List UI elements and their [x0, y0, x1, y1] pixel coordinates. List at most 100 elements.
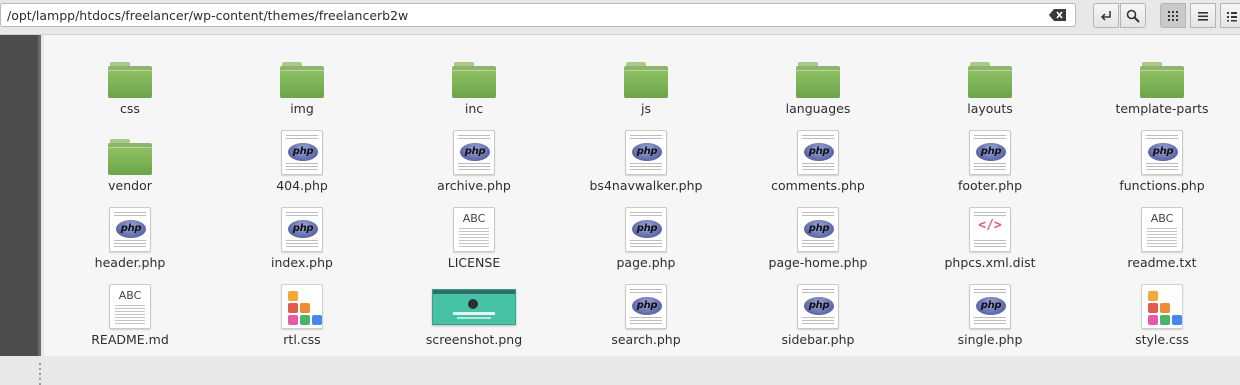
php-badge: php — [976, 143, 1006, 161]
file-item-layouts[interactable]: layouts — [910, 49, 1070, 119]
php-file-icon: php — [968, 129, 1012, 175]
file-name-label: sidebar.php — [781, 332, 855, 347]
file-name-label: phpcs.xml.dist — [944, 255, 1036, 270]
php-badge: php — [804, 297, 834, 315]
file-item-single-php[interactable]: php single.php — [910, 280, 1070, 350]
list-view-button[interactable] — [1190, 3, 1216, 28]
file-name-label: layouts — [967, 101, 1013, 116]
file-name-label: archive.php — [437, 178, 511, 193]
php-file-icon: php — [796, 283, 840, 329]
folder-icon — [108, 129, 152, 175]
folder-icon — [968, 52, 1012, 98]
file-item-readme-md[interactable]: ABC README.md — [50, 280, 210, 350]
file-name-label: bs4navwalker.php — [589, 178, 703, 193]
file-item-footer-php[interactable]: php footer.php — [910, 126, 1070, 196]
php-file-icon: php — [796, 129, 840, 175]
folder-icon — [452, 52, 496, 98]
file-item-page-php[interactable]: php page.php — [566, 203, 726, 273]
file-item-inc[interactable]: inc — [394, 49, 554, 119]
file-item-functions-php[interactable]: php functions.php — [1082, 126, 1240, 196]
image-file-icon — [432, 283, 516, 329]
folder-icon — [796, 52, 840, 98]
file-name-label: comments.php — [771, 178, 865, 193]
xml-badge: </> — [978, 218, 1002, 233]
icon-view-button[interactable] — [1160, 3, 1186, 28]
file-name-label: css — [120, 101, 140, 116]
file-name-label: search.php — [611, 332, 681, 347]
pane-resize-handle[interactable] — [38, 35, 41, 356]
folder-icon — [280, 52, 324, 98]
php-badge: php — [116, 220, 146, 238]
file-item-languages[interactable]: languages — [738, 49, 898, 119]
text-badge: ABC — [462, 212, 486, 225]
text-badge: ABC — [1150, 212, 1174, 225]
file-item-js[interactable]: js — [566, 49, 726, 119]
file-item-screenshot-png[interactable]: screenshot.png — [394, 280, 554, 350]
file-name-label: page.php — [616, 255, 676, 270]
go-to-path-button[interactable] — [1093, 3, 1119, 28]
file-item-style-css[interactable]: style.css — [1082, 280, 1240, 350]
location-input[interactable] — [7, 6, 1037, 24]
file-item-readme-txt[interactable]: ABC readme.txt — [1082, 203, 1240, 273]
file-name-label: readme.txt — [1127, 255, 1197, 270]
file-item-phpcs-xml-dist[interactable]: </> phpcs.xml.dist — [910, 203, 1070, 273]
file-name-label: rtl.css — [283, 332, 321, 347]
php-file-icon: php — [624, 283, 668, 329]
grid-icon — [1168, 10, 1178, 21]
file-name-label: footer.php — [957, 178, 1023, 193]
enter-arrow-icon — [1100, 10, 1111, 21]
file-item-comments-php[interactable]: php comments.php — [738, 126, 898, 196]
file-item-template-parts[interactable]: template-parts — [1082, 49, 1240, 119]
toolbar — [0, 0, 1240, 35]
php-badge: php — [1148, 143, 1178, 161]
php-badge: php — [632, 143, 662, 161]
file-item-vendor[interactable]: vendor — [50, 126, 210, 196]
php-badge: php — [460, 143, 490, 161]
text-badge: ABC — [118, 289, 142, 302]
file-item-404-php[interactable]: php 404.php — [222, 126, 382, 196]
file-name-label: LICENSE — [447, 255, 501, 270]
file-name-label: single.php — [957, 332, 1023, 347]
file-item-bs4navwalker-php[interactable]: php bs4navwalker.php — [566, 126, 726, 196]
folder-icon — [624, 52, 668, 98]
search-icon — [1126, 9, 1140, 23]
file-name-label: README.md — [91, 332, 169, 347]
search-button[interactable] — [1120, 3, 1146, 28]
php-badge: php — [288, 220, 318, 238]
file-name-label: inc — [464, 101, 484, 116]
file-name-label: languages — [785, 101, 851, 116]
xml-file-icon: </> — [968, 206, 1012, 252]
file-item-rtl-css[interactable]: rtl.css — [222, 280, 382, 350]
file-name-label: vendor — [108, 178, 152, 193]
compact-view-button[interactable] — [1220, 3, 1240, 28]
php-badge: php — [804, 220, 834, 238]
file-item-archive-php[interactable]: php archive.php — [394, 126, 554, 196]
file-name-label: screenshot.png — [425, 332, 523, 347]
file-item-img[interactable]: img — [222, 49, 382, 119]
php-file-icon: php — [1140, 129, 1184, 175]
file-name-label: page-home.php — [768, 255, 868, 270]
file-name-label: js — [641, 101, 651, 116]
file-item-page-home-php[interactable]: php page-home.php — [738, 203, 898, 273]
text-file-icon: ABC — [1140, 206, 1184, 252]
location-bar[interactable] — [0, 3, 1076, 27]
php-badge: php — [976, 297, 1006, 315]
file-item-index-php[interactable]: php index.php — [222, 203, 382, 273]
folder-icon — [108, 52, 152, 98]
file-item-search-php[interactable]: php search.php — [566, 280, 726, 350]
file-item-license[interactable]: ABC LICENSE — [394, 203, 554, 273]
file-item-css[interactable]: css — [50, 49, 210, 119]
text-file-icon: ABC — [452, 206, 496, 252]
file-name-label: style.css — [1135, 332, 1189, 347]
resize-grip-icon[interactable] — [39, 363, 41, 385]
php-file-icon: php — [452, 129, 496, 175]
file-item-sidebar-php[interactable]: php sidebar.php — [738, 280, 898, 350]
list-icon — [1198, 11, 1208, 21]
php-badge: php — [288, 143, 318, 161]
file-name-label: header.php — [94, 255, 166, 270]
sidebar-pane — [0, 35, 41, 385]
file-item-header-php[interactable]: php header.php — [50, 203, 210, 273]
css-file-icon — [280, 283, 324, 329]
folder-icon — [1140, 52, 1184, 98]
clear-icon[interactable] — [1049, 8, 1067, 22]
